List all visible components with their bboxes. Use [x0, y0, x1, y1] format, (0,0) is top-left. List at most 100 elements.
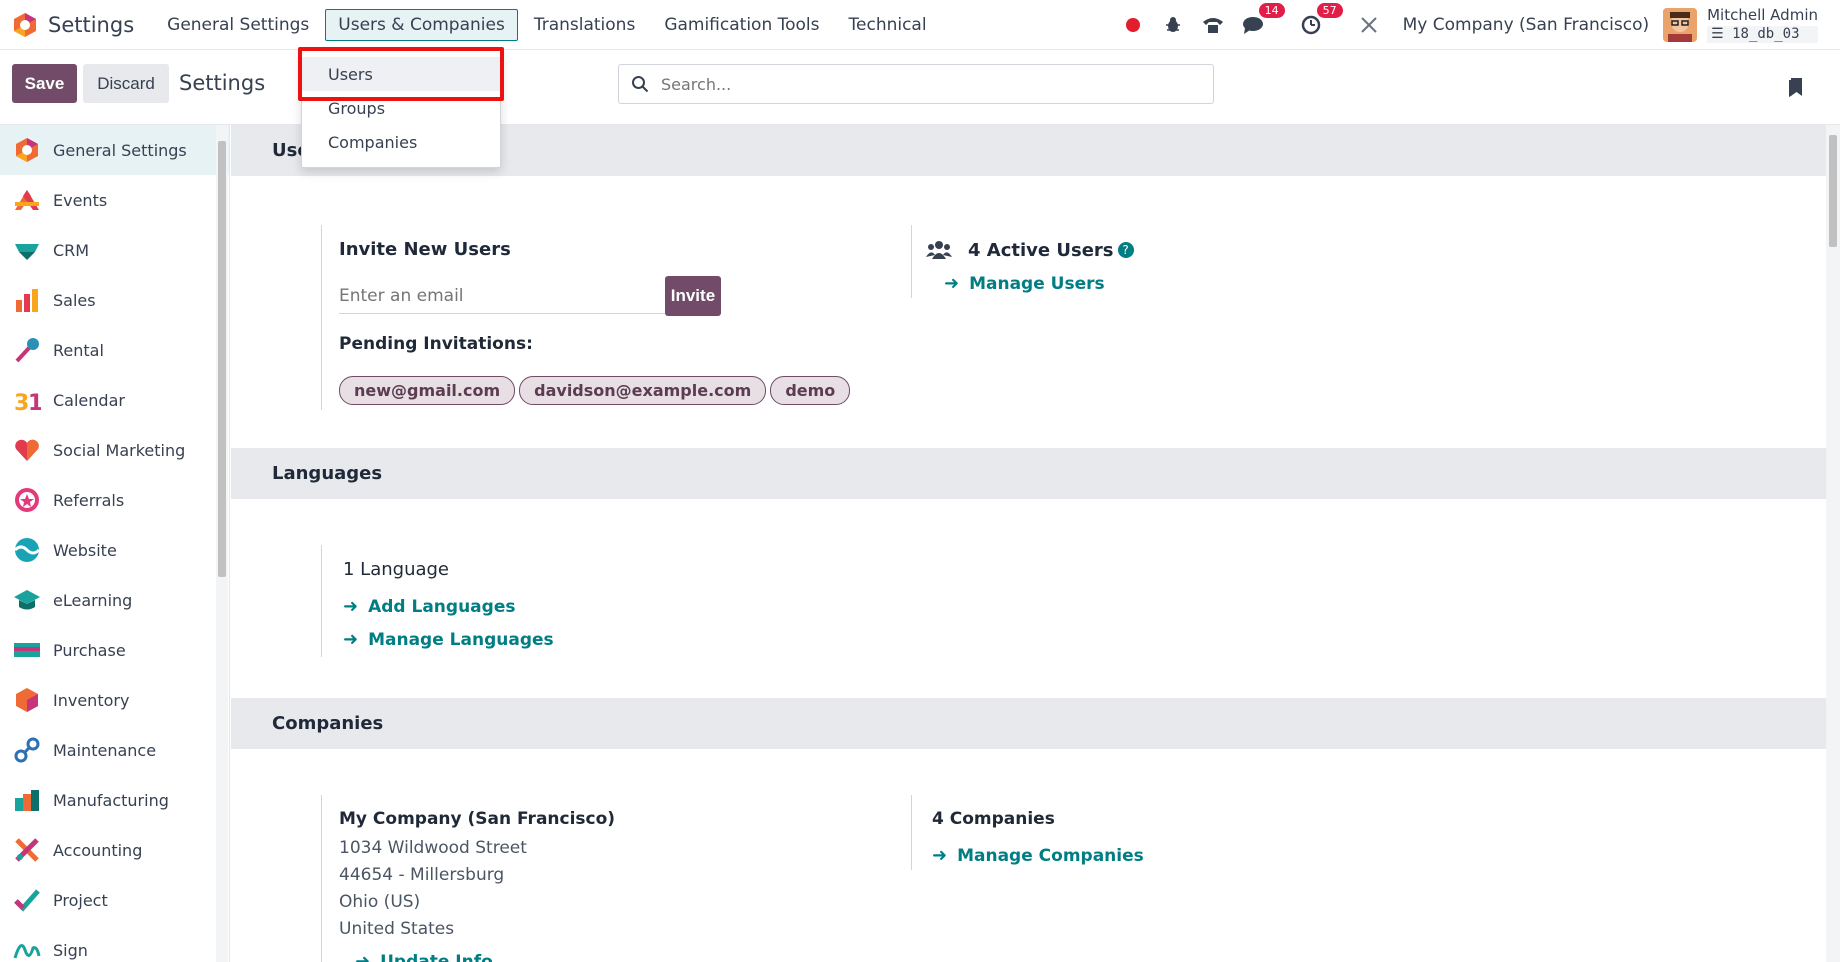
- menu-gamification-tools[interactable]: Gamification Tools: [651, 9, 832, 41]
- main-scrollbar[interactable]: [1826, 125, 1840, 962]
- tools-icon[interactable]: [1355, 11, 1383, 39]
- user-avatar[interactable]: [1663, 8, 1698, 42]
- discard-button[interactable]: Discard: [83, 64, 169, 103]
- pending-invitations-title: Pending Invitations:: [339, 334, 533, 354]
- menu-users-companies[interactable]: Users & Companies: [325, 8, 518, 41]
- sidebar-item-label: General Settings: [53, 140, 187, 160]
- referrals-icon: [15, 488, 39, 512]
- sidebar-item-label: Referrals: [53, 490, 125, 510]
- sidebar-item-inventory[interactable]: Inventory: [0, 675, 229, 725]
- sidebar-item-label: Social Marketing: [53, 440, 186, 460]
- invite-email-input[interactable]: [339, 278, 665, 314]
- sidebar-item-calendar[interactable]: 31 Calendar: [0, 375, 229, 425]
- odoo-settings-icon: [14, 12, 36, 37]
- section-header-companies: Companies: [231, 698, 1826, 749]
- purchase-icon: [14, 643, 40, 657]
- sidebar-item-maintenance[interactable]: Maintenance: [0, 725, 229, 775]
- control-panel: Save Discard Settings: [0, 50, 1840, 125]
- sidebar-item-sales[interactable]: Sales: [0, 275, 229, 325]
- manage-users-link[interactable]: ➜ Manage Users: [944, 273, 1311, 294]
- active-users-setting: 4 Active Users ? ➜ Manage Users: [911, 225, 1311, 298]
- sidebar-scrollbar[interactable]: [216, 125, 228, 962]
- bug-icon[interactable]: [1159, 11, 1187, 39]
- address-line: United States: [339, 919, 455, 939]
- sidebar-item-crm[interactable]: CRM: [0, 225, 229, 275]
- company-info-setting: My Company (San Francisco) 1034 Wildwood…: [321, 795, 721, 962]
- manage-languages-link[interactable]: ➜ Manage Languages: [343, 629, 721, 650]
- sidebar-item-referrals[interactable]: Referrals: [0, 475, 229, 525]
- bookmark-icon[interactable]: [1788, 76, 1804, 98]
- pending-invitation-tag[interactable]: demo: [770, 376, 851, 405]
- top-navbar: Settings General Settings Users & Compan…: [0, 0, 1840, 50]
- update-info-link[interactable]: ➜ Update Info: [355, 951, 721, 962]
- project-icon: [14, 889, 40, 912]
- messages-icon[interactable]: 14: [1239, 3, 1285, 39]
- sidebar-item-social-marketing[interactable]: Social Marketing: [0, 425, 229, 475]
- arrow-right-icon: ➜: [944, 273, 960, 294]
- update-info-label: Update Info: [380, 951, 493, 962]
- settings-sidebar: General Settings Events CRM Sales Rental…: [0, 125, 230, 962]
- recording-dot-icon[interactable]: [1119, 11, 1147, 39]
- activity-clock-icon[interactable]: 57: [1297, 3, 1343, 39]
- events-icon: [15, 190, 39, 210]
- maintenance-icon: [14, 737, 40, 763]
- manage-companies-label: Manage Companies: [957, 845, 1144, 866]
- dropdown-item-companies[interactable]: Companies: [302, 125, 500, 159]
- odoo-settings-icon: [16, 138, 38, 162]
- sidebar-item-sign[interactable]: Sign: [0, 925, 229, 962]
- phone-icon[interactable]: [1199, 11, 1227, 39]
- main-scrollbar-thumb[interactable]: [1829, 135, 1837, 247]
- sidebar-item-label: Calendar: [53, 390, 125, 410]
- sidebar-item-label: Manufacturing: [53, 790, 169, 810]
- sidebar-item-label: Maintenance: [53, 740, 157, 760]
- manage-languages-label: Manage Languages: [368, 629, 554, 650]
- pending-invitation-tag[interactable]: new@gmail.com: [339, 376, 516, 405]
- user-menu[interactable]: Mitchell Admin ☰ 18_db_03: [1707, 7, 1818, 43]
- sidebar-item-purchase[interactable]: Purchase: [0, 625, 229, 675]
- sidebar-item-project[interactable]: Project: [0, 875, 229, 925]
- sales-icon: [16, 289, 38, 312]
- main-menu: General Settings Users & Companies Trans…: [154, 8, 942, 41]
- sidebar-item-elearning[interactable]: eLearning: [0, 575, 229, 625]
- add-languages-label: Add Languages: [368, 596, 516, 617]
- db-name: ☰ 18_db_03: [1707, 25, 1818, 43]
- invite-button[interactable]: Invite: [664, 276, 721, 316]
- add-languages-link[interactable]: ➜ Add Languages: [343, 596, 721, 617]
- sidebar-item-general-settings[interactable]: General Settings: [0, 125, 229, 175]
- sidebar-item-rental[interactable]: Rental: [0, 325, 229, 375]
- db-name-text: 18_db_03: [1732, 25, 1800, 42]
- help-icon[interactable]: ?: [1117, 242, 1134, 258]
- sidebar-item-label: Events: [53, 190, 108, 210]
- search-input[interactable]: [661, 74, 1181, 94]
- pending-invitation-tag[interactable]: davidson@example.com: [519, 376, 767, 405]
- svg-text:1: 1: [28, 391, 41, 414]
- sidebar-item-events[interactable]: Events: [0, 175, 229, 225]
- highlight-annotation: [298, 47, 504, 101]
- sidebar-item-label: Sign: [53, 940, 88, 960]
- company-name: My Company (San Francisco): [339, 809, 616, 829]
- database-icon: ☰: [1711, 25, 1733, 42]
- invite-users-setting: Invite New Users Invite Pending Invitati…: [321, 225, 851, 410]
- inventory-icon: [16, 688, 38, 712]
- breadcrumb: Settings: [179, 71, 266, 95]
- app-brand[interactable]: Settings: [12, 12, 134, 38]
- company-switcher[interactable]: My Company (San Francisco): [1403, 15, 1649, 35]
- menu-general-settings[interactable]: General Settings: [154, 9, 322, 41]
- users-group-icon: [926, 241, 952, 259]
- menu-translations[interactable]: Translations: [521, 9, 649, 41]
- sidebar-scrollbar-thumb[interactable]: [218, 141, 226, 577]
- messages-badge: 14: [1258, 3, 1285, 18]
- address-line: Ohio (US): [339, 892, 421, 912]
- companies-count: 4 Companies: [932, 809, 1055, 829]
- sidebar-item-manufacturing[interactable]: Manufacturing: [0, 775, 229, 825]
- search-box[interactable]: [618, 64, 1214, 104]
- rental-icon: [15, 338, 39, 363]
- save-button[interactable]: Save: [12, 64, 77, 103]
- calendar-icon: 31: [14, 391, 41, 414]
- pending-invitations-list: new@gmail.com davidson@example.com demo: [339, 376, 851, 405]
- menu-technical[interactable]: Technical: [836, 9, 940, 41]
- sidebar-item-accounting[interactable]: Accounting: [0, 825, 229, 875]
- manufacturing-icon: [15, 790, 39, 811]
- manage-companies-link[interactable]: ➜ Manage Companies: [932, 845, 1311, 866]
- sidebar-item-website[interactable]: Website: [0, 525, 229, 575]
